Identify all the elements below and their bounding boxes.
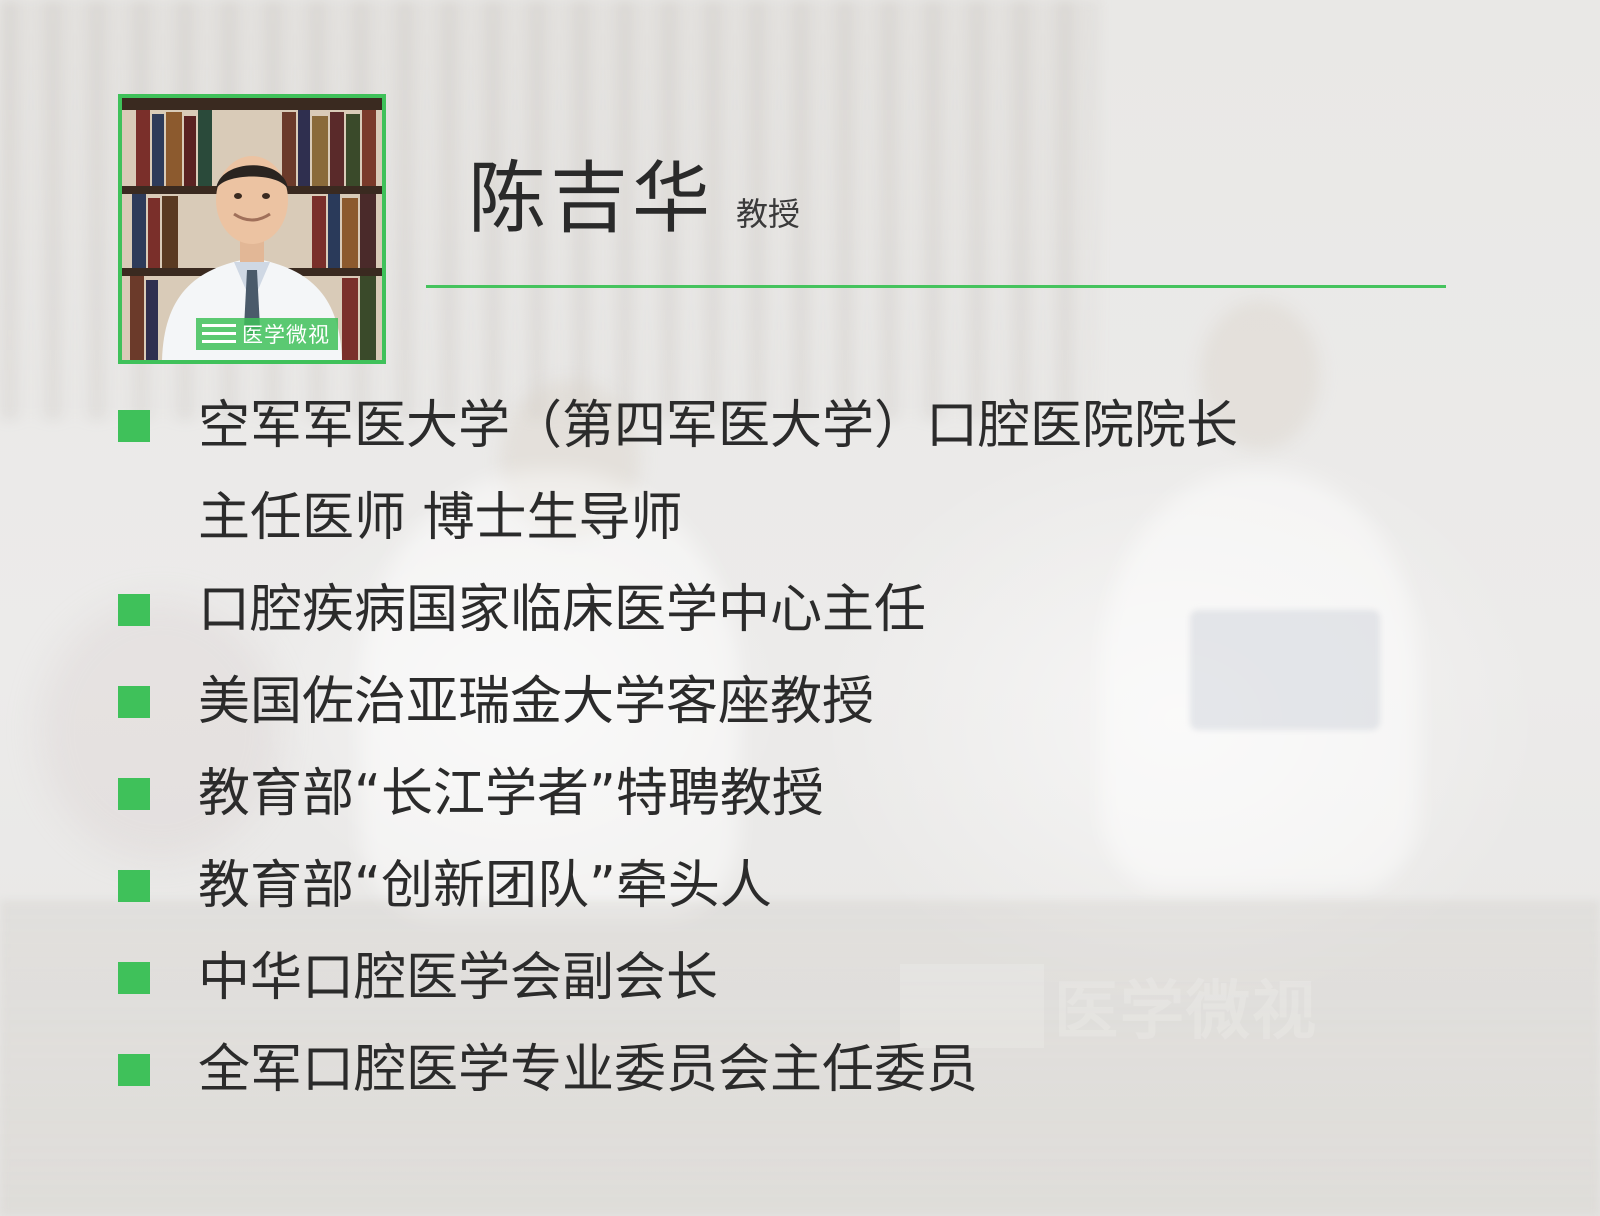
credential-item: 教育部“创新团队”牵头人 (118, 840, 1558, 932)
credential-text: 教育部“长江学者”特聘教授 (198, 764, 824, 824)
credential-item: 全军口腔医学专业委员会主任委员 (118, 1024, 1558, 1116)
credential-text: 美国佐治亚瑞金大学客座教授 (198, 672, 875, 732)
portrait-logo-text: 医学微视 (242, 323, 330, 347)
credential-item: 中华口腔医学会副会长 (118, 932, 1558, 1024)
credential-text: 空军军医大学（第四军医大学）口腔医院院长 (198, 396, 1239, 456)
bullet-square-icon (118, 1054, 150, 1086)
credential-item: 口腔疾病国家临床医学中心主任 (118, 564, 1558, 656)
header-divider (426, 285, 1446, 288)
bullet-square-icon (118, 778, 150, 810)
credential-item: 教育部“长江学者”特聘教授 (118, 748, 1558, 840)
bullet-square-icon (118, 410, 150, 442)
portrait-photo: 医学微视 (118, 94, 386, 364)
bullet-square-icon (118, 594, 150, 626)
person-name: 陈吉华 (468, 154, 715, 244)
credential-text: 全军口腔医学专业委员会主任委员 (198, 1040, 979, 1100)
credential-text: 主任医师 博士生导师 (198, 488, 683, 548)
person-title: 教授 (736, 195, 801, 233)
logo-bars-icon (202, 324, 236, 344)
credential-item: 空军军医大学（第四军医大学）口腔医院院长 主任医师 博士生导师 (118, 380, 1558, 564)
credential-item: 美国佐治亚瑞金大学客座教授 (118, 656, 1558, 748)
header: 陈吉华 教授 (468, 160, 800, 238)
credentials-list: 空军军医大学（第四军医大学）口腔医院院长 主任医师 博士生导师 口腔疾病国家临床… (118, 380, 1558, 1116)
bullet-square-icon (118, 686, 150, 718)
portrait-logo-badge: 医学微视 (196, 318, 338, 350)
bullet-square-icon (118, 962, 150, 994)
bullet-square-icon (118, 870, 150, 902)
credential-text: 教育部“创新团队”牵头人 (198, 856, 772, 916)
credential-text: 中华口腔医学会副会长 (198, 948, 719, 1008)
credential-text: 口腔疾病国家临床医学中心主任 (198, 580, 927, 640)
